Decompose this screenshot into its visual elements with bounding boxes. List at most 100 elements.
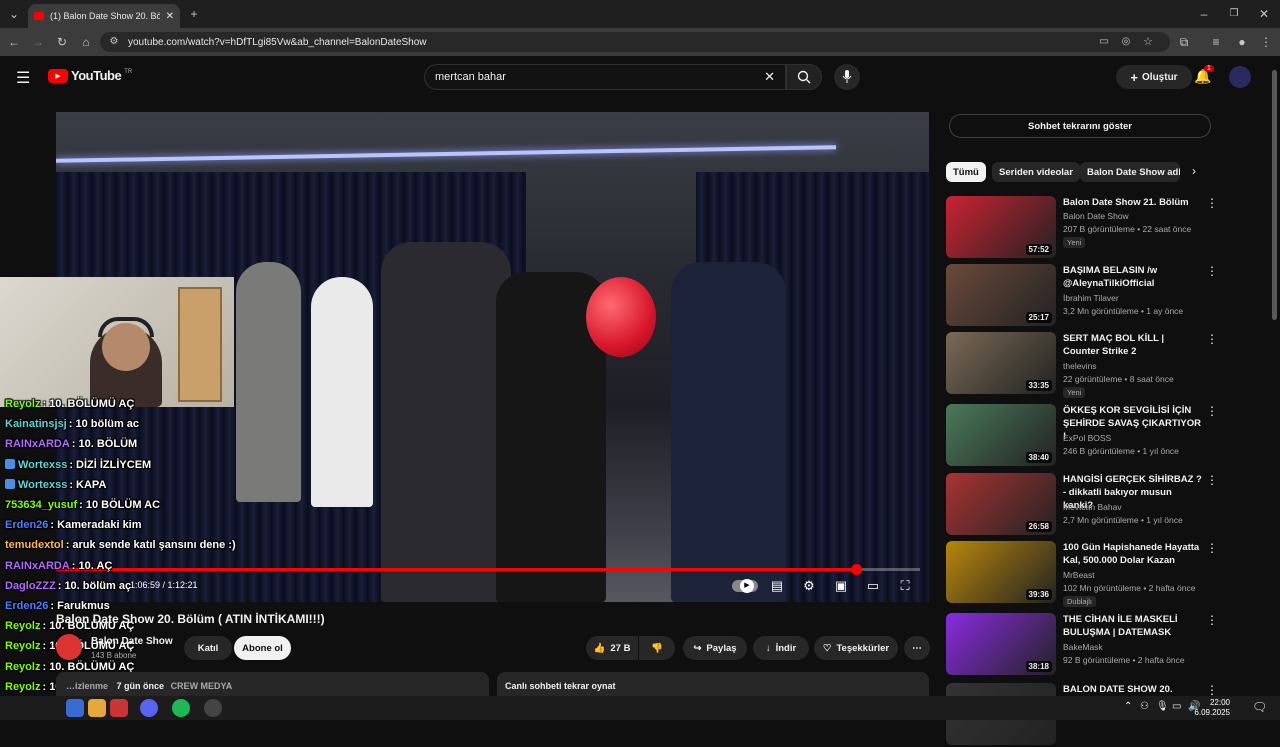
search-button[interactable]	[786, 64, 822, 90]
maximize-icon[interactable]: ❐	[1226, 6, 1242, 22]
video-thumbnail[interactable]: 38:18	[946, 613, 1056, 675]
theater-mode-icon[interactable]: ▭	[864, 578, 882, 594]
channel-name[interactable]: Balon Date Show	[1063, 211, 1129, 221]
more-vertical-icon[interactable]: ⋮	[1206, 264, 1218, 278]
profile-icon[interactable]: ●	[1234, 34, 1250, 50]
miniplayer-icon[interactable]: ▣	[832, 578, 850, 594]
thanks-button[interactable]: ♡ Teşekkürler	[814, 636, 898, 660]
channel-name[interactable]: Balon Date Show	[91, 636, 173, 647]
like-button[interactable]: 👍 27 B	[586, 636, 638, 660]
search-input[interactable]: mertcan bahar ✕	[424, 64, 786, 90]
recommended-video[interactable]: 39:36 100 Gün Hapishanede Hayatta Kal, 50…	[946, 541, 1226, 607]
subtitles-icon[interactable]: ▤	[768, 578, 786, 594]
more-vertical-icon[interactable]: ⋮	[1206, 473, 1218, 487]
extensions-icon[interactable]: ⧉	[1176, 34, 1192, 50]
more-vertical-icon[interactable]: ⋮	[1206, 404, 1218, 418]
subscribe-button[interactable]: Abone ol	[234, 636, 291, 660]
channel-avatar[interactable]	[56, 634, 82, 660]
more-vertical-icon[interactable]: ⋮	[1206, 613, 1218, 627]
home-icon[interactable]: ⌂	[78, 34, 94, 50]
close-window-icon[interactable]: ✕	[1256, 6, 1272, 22]
chip-all[interactable]: Tümü	[946, 162, 986, 182]
video-title[interactable]: Balon Date Show 21. Bölüm	[1063, 196, 1203, 209]
recommended-video[interactable]: 33:35 SERT MAÇ BOL KİLL | Counter Strike …	[946, 332, 1226, 398]
youtube-logo[interactable]: ▶ YouTube TR	[48, 68, 132, 83]
menu-icon[interactable]: ⋮	[1258, 34, 1274, 50]
channel-name[interactable]: thelevins	[1063, 361, 1097, 371]
channel-name[interactable]: MrBeast	[1063, 570, 1095, 580]
bookmark-star-icon[interactable]: ☆	[1140, 34, 1156, 50]
dislike-button[interactable]: 👎	[639, 636, 675, 660]
tray-people-icon[interactable]: ⚇	[1140, 701, 1149, 712]
join-button[interactable]: Katıl	[184, 636, 232, 660]
show-chat-replay-button[interactable]: Sohbet tekrarını göster	[949, 114, 1211, 138]
video-thumbnail[interactable]: 39:36	[946, 541, 1056, 603]
video-title[interactable]: THE CİHAN İLE MASKELİ BULUŞMA | DATEMASK	[1063, 613, 1203, 639]
settings-gear-icon[interactable]: ⚙	[800, 578, 818, 594]
forward-icon[interactable]: →	[30, 34, 46, 50]
taskbar-discord-icon[interactable]	[140, 699, 158, 717]
tray-network-icon[interactable]: ▭	[1172, 701, 1181, 712]
cast-icon[interactable]: ▭	[1096, 34, 1112, 50]
voice-search-button[interactable]	[834, 64, 860, 90]
video-thumbnail[interactable]: 33:35	[946, 332, 1056, 394]
url-bar[interactable]: ⚙ youtube.com/watch?v=hDfTLgi85Vw&ab_cha…	[100, 32, 1170, 52]
channel-name[interactable]: Mevtcan Bahav	[1063, 502, 1122, 512]
system-clock[interactable]: 22:00 6.09.2025	[1194, 698, 1230, 718]
tray-mic-icon[interactable]: 🎙	[1156, 701, 1169, 712]
chat-badge-icon	[5, 458, 15, 469]
page-scrollbar[interactable]	[1272, 70, 1277, 320]
recommended-video[interactable]: 57:52 Balon Date Show 21. Bölüm Balon Date…	[946, 196, 1226, 260]
video-thumbnail[interactable]: 57:52	[946, 196, 1056, 258]
video-thumbnail[interactable]: 25:17	[946, 264, 1056, 326]
progress-scrubber[interactable]	[851, 564, 863, 575]
channel-name[interactable]: BakeMask	[1063, 642, 1103, 652]
download-button[interactable]: ↓ İndir	[753, 636, 809, 660]
new-tab-icon[interactable]: +	[186, 6, 202, 22]
more-vertical-icon[interactable]: ⋮	[1206, 683, 1218, 697]
close-tab-icon[interactable]: ✕	[166, 11, 174, 22]
channel-name[interactable]: İbrahim Tilaver	[1063, 293, 1119, 303]
taskbar-app-icon[interactable]	[110, 699, 128, 717]
more-vertical-icon[interactable]: ⋮	[1206, 196, 1218, 210]
recommended-video[interactable]: 38:18 THE CİHAN İLE MASKELİ BULUŞMA | DAT…	[946, 613, 1226, 677]
notifications-button[interactable]: 🔔 1	[1194, 65, 1214, 85]
create-button[interactable]: + Oluştur	[1116, 65, 1192, 89]
tab-search-icon[interactable]: ⌄	[6, 6, 22, 22]
video-title[interactable]: SERT MAÇ BOL KİLL | Counter Strike 2	[1063, 332, 1203, 358]
chip-channel[interactable]: Balon Date Show adlı	[1080, 162, 1180, 182]
video-thumbnail[interactable]: 38:40	[946, 404, 1056, 466]
more-actions-button[interactable]: ⋯	[904, 636, 930, 660]
taskbar-folder-icon[interactable]	[88, 699, 106, 717]
video-thumbnail[interactable]: 26:58	[946, 473, 1056, 535]
share-button[interactable]: ↪ Paylaş	[683, 636, 747, 660]
clear-search-icon[interactable]: ✕	[764, 69, 775, 85]
taskbar-app-icon[interactable]	[66, 699, 84, 717]
autoplay-toggle[interactable]: ▶	[732, 579, 758, 593]
minimize-icon[interactable]: –	[1196, 6, 1212, 22]
browser-tab[interactable]: (1) Balon Date Show 20. Bölüm ✕	[28, 4, 180, 28]
recommended-video[interactable]: 26:58 HANGİSİ GERÇEK SİHİRBAZ ? - dikkatl…	[946, 473, 1226, 537]
fullscreen-icon[interactable]: ⛶	[896, 578, 914, 594]
more-vertical-icon[interactable]: ⋮	[1206, 332, 1218, 346]
chevron-right-icon[interactable]: ›	[1192, 164, 1196, 178]
chip-series-videos[interactable]: Seriden videolar	[992, 162, 1080, 182]
recommended-video[interactable]: 25:17 BAŞIMA BELASIN /w @AleynaTilkiOffic…	[946, 264, 1226, 328]
channel-name[interactable]: ExPol BOSS	[1063, 433, 1111, 443]
reload-icon[interactable]: ↻	[54, 34, 70, 50]
taskbar-spotify-icon[interactable]	[172, 699, 190, 717]
site-info-icon[interactable]: ⚙	[106, 34, 122, 50]
hamburger-menu-icon[interactable]: ☰	[16, 68, 30, 88]
taskbar-chrome-icon[interactable]	[204, 699, 222, 717]
video-title[interactable]: 100 Gün Hapishanede Hayatta Kal, 500.000…	[1063, 541, 1203, 567]
back-icon[interactable]: ←	[6, 34, 22, 50]
notification-center-icon[interactable]: 🗨	[1252, 700, 1267, 714]
eye-off-icon[interactable]: ◎	[1118, 34, 1134, 50]
video-progress-bar[interactable]	[56, 564, 920, 575]
media-icon[interactable]: ≡	[1208, 34, 1224, 50]
recommended-video[interactable]: 38:40 ÖKKEŞ KOR SEVGİLİSİ İÇİN ŞEHİRDE SA…	[946, 404, 1226, 468]
tray-chevron-up-icon[interactable]: ⌃	[1124, 701, 1132, 712]
more-vertical-icon[interactable]: ⋮	[1206, 541, 1218, 555]
video-title[interactable]: BAŞIMA BELASIN /w @AleynaTilkiOfficial	[1063, 264, 1203, 290]
avatar[interactable]	[1229, 66, 1251, 88]
